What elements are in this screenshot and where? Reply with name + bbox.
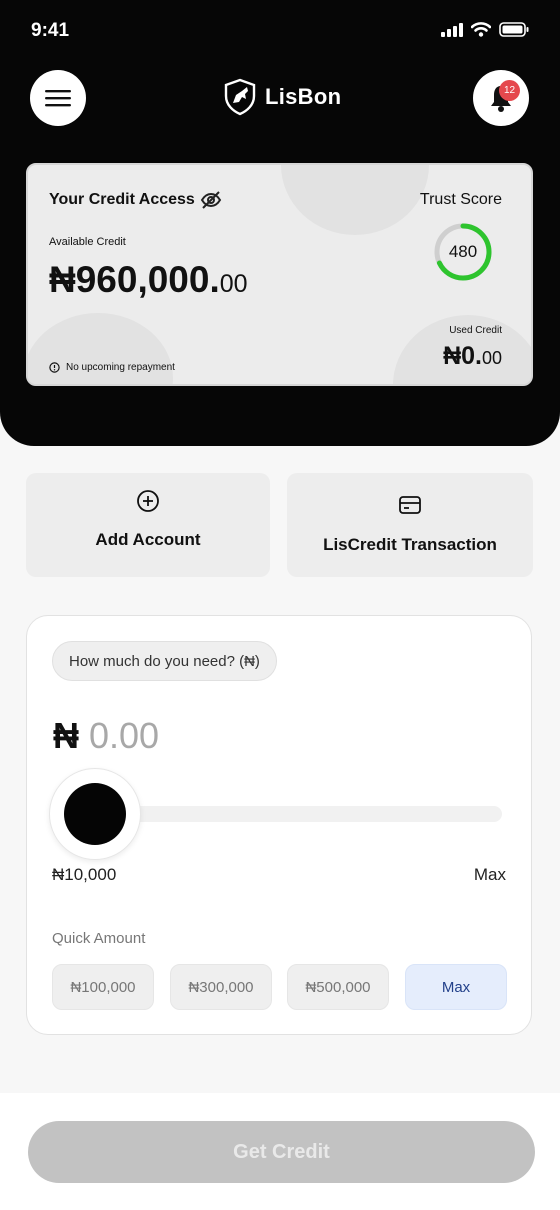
liscredit-transaction-label: LisCredit Transaction bbox=[323, 535, 497, 554]
credit-request-panel: How much do you need? (₦) ₦ 0.00 ₦10,000… bbox=[26, 615, 532, 1035]
credit-card-icon bbox=[399, 496, 421, 514]
hamburger-menu-icon bbox=[45, 90, 71, 107]
available-credit-main: ₦960,000. bbox=[49, 259, 220, 300]
get-credit-button[interactable]: Get Credit bbox=[28, 1121, 535, 1183]
available-credit-label: Available Credit bbox=[49, 236, 126, 248]
repayment-note: No upcoming repayment bbox=[49, 362, 175, 373]
battery-icon bbox=[499, 22, 529, 37]
quick-amount-max[interactable]: Max bbox=[405, 964, 507, 1010]
liscredit-transaction-button[interactable]: LisCredit Transaction bbox=[287, 473, 533, 577]
add-account-button[interactable]: Add Account bbox=[26, 473, 270, 577]
available-credit-decimal: 00 bbox=[219, 270, 248, 298]
amount-slider-track[interactable] bbox=[100, 806, 502, 822]
info-icon bbox=[49, 362, 60, 373]
trust-score-label: Trust Score bbox=[419, 191, 502, 208]
eye-hidden-icon[interactable] bbox=[200, 190, 222, 210]
menu-button[interactable] bbox=[30, 70, 86, 126]
slider-max-label: Max bbox=[473, 865, 506, 884]
quick-amount-300000[interactable]: ₦300,000 bbox=[170, 964, 272, 1010]
amount-display: ₦ 0.00 bbox=[53, 715, 159, 757]
amount-value[interactable]: 0.00 bbox=[89, 715, 159, 756]
status-icons bbox=[441, 22, 529, 37]
add-account-label: Add Account bbox=[95, 530, 201, 549]
slider-min-label: ₦10,000 bbox=[52, 865, 117, 884]
used-credit-main: ₦0. bbox=[443, 342, 482, 370]
quick-amount-500000[interactable]: ₦500,000 bbox=[287, 964, 389, 1010]
shield-horse-logo-icon bbox=[224, 78, 256, 116]
used-credit-decimal: 00 bbox=[481, 348, 502, 368]
amount-question-chip: How much do you need? (₦) bbox=[52, 641, 277, 681]
status-bar: 9:41 bbox=[0, 0, 560, 62]
status-time: 9:41 bbox=[31, 20, 70, 41]
currency-symbol: ₦ bbox=[53, 715, 79, 756]
available-credit-amount: ₦960,000.00 bbox=[49, 259, 248, 301]
credit-access-card: Your Credit Access Available Credit ₦960… bbox=[26, 163, 533, 386]
credit-access-title: Your Credit Access bbox=[49, 191, 195, 208]
trust-score-value: 480 bbox=[448, 242, 478, 261]
repayment-note-text: No upcoming repayment bbox=[66, 362, 175, 373]
add-circle-icon bbox=[137, 490, 159, 512]
card-decoration bbox=[281, 165, 429, 235]
quick-amount-100000[interactable]: ₦100,000 bbox=[52, 964, 154, 1010]
card-decoration bbox=[28, 313, 173, 384]
cellular-signal-icon bbox=[441, 22, 463, 37]
brand-name: LisBon bbox=[265, 84, 342, 109]
used-credit-amount: ₦0.00 bbox=[443, 342, 502, 371]
wifi-icon bbox=[471, 22, 491, 37]
bottom-bar: Get Credit bbox=[0, 1093, 560, 1210]
amount-slider-knob[interactable] bbox=[64, 783, 126, 845]
notification-badge: 12 bbox=[499, 80, 520, 101]
header-section: 9:41 LisBon 12 Your Credit Access Availa… bbox=[0, 0, 560, 446]
brand-logo: LisBon bbox=[223, 78, 341, 116]
quick-amount-label: Quick Amount bbox=[52, 930, 146, 947]
used-credit-label: Used Credit bbox=[449, 325, 502, 336]
notifications-button[interactable]: 12 bbox=[473, 70, 529, 126]
